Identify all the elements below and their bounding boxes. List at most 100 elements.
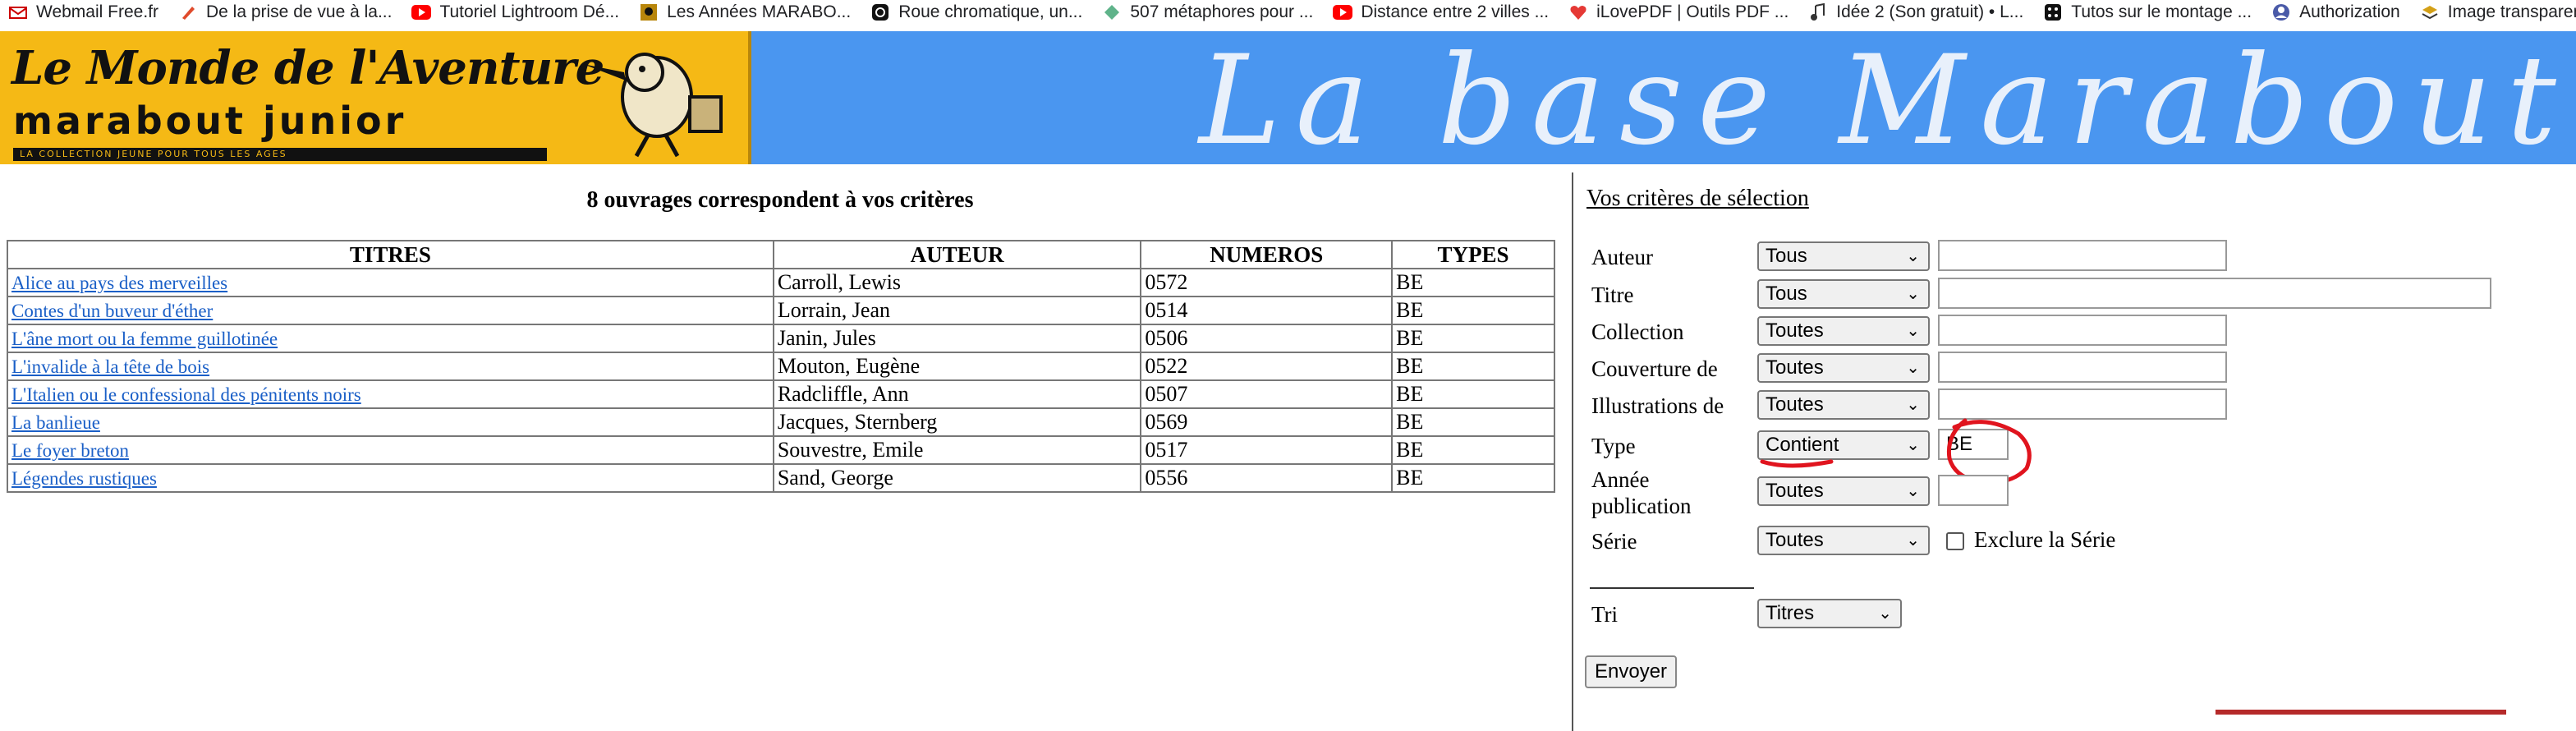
logo-tagline: LA COLLECTION JEUNE POUR TOUS LES AGES (13, 148, 547, 161)
bookmark-label: Distance entre 2 villes ... (1361, 2, 1550, 21)
music-icon (1808, 2, 1828, 22)
number-cell: 0569 (1140, 407, 1394, 437)
column-header-numeros: NUMEROS (1140, 240, 1394, 269)
exclude-serie-checkbox[interactable] (1946, 532, 1964, 550)
user-icon (2271, 2, 2291, 22)
author-cell: Mouton, Eugène (772, 352, 1142, 381)
dice-icon (2043, 2, 2063, 22)
marabout-logo: Le Monde de l'Aventure marabout junior L… (0, 31, 751, 164)
bookmark-item[interactable]: iLovePDF | Outils PDF ... (1560, 2, 1800, 22)
auteur-input[interactable] (1938, 240, 2227, 271)
bookmark-item[interactable]: Tutos sur le montage ... (2035, 2, 2263, 22)
table-row: Alice au pays des merveilles Carroll, Lew… (7, 268, 1555, 297)
label-illustrations: Illustrations de (1591, 393, 1724, 418)
bookmark-item[interactable]: Tutoriel Lightroom Dé... (403, 2, 631, 22)
bookmark-label: Tutoriel Lightroom Dé... (439, 2, 620, 21)
bookmark-label: Roue chromatique, un... (898, 2, 1083, 21)
titre-operator-select[interactable]: Tous ⌄ (1757, 279, 1930, 309)
column-header-titres: TITRES (7, 240, 774, 269)
table-row: Le foyer breton Souvestre, Emile 0517 BE (7, 435, 1555, 465)
tri-select[interactable]: Titres ⌄ (1757, 599, 1902, 628)
tri-value: Titres (1766, 602, 1815, 624)
chevron-down-icon: ⌄ (1906, 482, 1920, 500)
collection-operator-select[interactable]: Toutes ⌄ (1757, 316, 1930, 346)
author-cell: Janin, Jules (772, 324, 1142, 353)
number-cell: 0522 (1140, 352, 1394, 381)
number-cell: 0556 (1140, 463, 1394, 493)
bookmark-item[interactable]: Authorization (2263, 2, 2412, 22)
bookmark-label: De la prise de vue à la... (205, 2, 393, 21)
number-cell: 0572 (1140, 268, 1394, 297)
chevron-down-icon: ⌄ (1906, 359, 1920, 377)
title-cell: L'invalide à la tête de bois (7, 352, 774, 381)
collection-operator-value: Toutes (1766, 320, 1824, 342)
bookmark-item[interactable]: Distance entre 2 villes ... (1325, 2, 1560, 22)
title-cell: L'Italien ou le confessional des péniten… (7, 379, 774, 409)
chevron-down-icon: ⌄ (1878, 605, 1892, 623)
label-serie: Série (1591, 529, 1637, 554)
couverture-input[interactable] (1938, 352, 2227, 383)
title-link[interactable]: Alice au pays des merveilles (11, 273, 227, 293)
label-tri: Tri (1591, 602, 1619, 627)
table-row: L'invalide à la tête de bois Mouton, Eugè… (7, 352, 1555, 381)
annee-operator-select[interactable]: Toutes ⌄ (1757, 476, 1930, 506)
bookmark-item[interactable]: 507 métaphores pour ... (1094, 2, 1325, 22)
bookmark-item[interactable]: Webmail Free.fr (0, 2, 170, 22)
logo-line1: Le Monde de l'Aventure (11, 41, 604, 95)
number-cell: 0517 (1140, 435, 1394, 465)
bookmark-label: Tutos sur le montage ... (2071, 2, 2252, 21)
bookmark-item[interactable]: De la prise de vue à la... (170, 2, 403, 22)
author-cell: Souvestre, Emile (772, 435, 1142, 465)
title-cell: Le foyer breton (7, 435, 774, 465)
free-icon (8, 2, 28, 22)
title-link[interactable]: Le foyer breton (11, 440, 129, 461)
chevron-down-icon: ⌄ (1906, 322, 1920, 340)
type-cell: BE (1391, 296, 1555, 325)
table-row: La banlieue Jacques, Sternberg 0569 BE (7, 407, 1555, 437)
label-annee: Année publication (1591, 467, 1692, 518)
type-cell: BE (1391, 324, 1555, 353)
title-link[interactable]: L'invalide à la tête de bois (11, 356, 209, 377)
annee-input[interactable] (1938, 475, 2009, 506)
type-cell: BE (1391, 407, 1555, 437)
pencil-icon (178, 2, 198, 22)
label-type: Type (1591, 434, 1636, 458)
label-collection: Collection (1591, 320, 1684, 344)
stack-icon (2420, 2, 2440, 22)
title-link[interactable]: Légendes rustiques (11, 468, 157, 489)
leaf-icon (1102, 2, 1122, 22)
table-row: Contes d'un buveur d'éther Lorrain, Jean 0… (7, 296, 1555, 325)
title-link[interactable]: L'âne mort ou la femme guillotinée (11, 329, 278, 349)
title-link[interactable]: L'Italien ou le confessional des péniten… (11, 384, 361, 405)
bookmark-label: Authorization (2299, 2, 2400, 21)
collection-input[interactable] (1938, 315, 2227, 346)
type-cell: BE (1391, 352, 1555, 381)
bookmark-label: Les Années MARABO... (667, 2, 852, 21)
marabout-icon (639, 2, 659, 22)
bookmark-item[interactable]: Les Années MARABO... (631, 2, 862, 22)
couverture-operator-value: Toutes (1766, 356, 1824, 379)
table-row: Légendes rustiques Sand, George 0556 BE (7, 463, 1555, 493)
type-cell: BE (1391, 379, 1555, 409)
bookmark-item[interactable]: Idée 2 (Son gratuit) • L... (1800, 2, 2035, 22)
auteur-operator-select[interactable]: Tous ⌄ (1757, 241, 1930, 271)
red-bar (2216, 710, 2506, 715)
site-banner: Le Monde de l'Aventure marabout junior L… (0, 31, 2576, 164)
author-cell: Sand, George (772, 463, 1142, 493)
title-cell: Légendes rustiques (7, 463, 774, 493)
type-cell: BE (1391, 463, 1555, 493)
heart-icon (1568, 2, 1588, 22)
couverture-operator-select[interactable]: Toutes ⌄ (1757, 353, 1930, 383)
bookmarks-bar: Webmail Free.fr De la prise de vue à la..… (0, 0, 2576, 25)
bookmark-item[interactable]: Image transparente (2412, 2, 2576, 22)
type-cell: BE (1391, 268, 1555, 297)
chevron-down-icon: ⌄ (1906, 285, 1920, 303)
envoyer-button[interactable]: Envoyer (1585, 655, 1678, 688)
bookmark-item[interactable]: Roue chromatique, un... (862, 2, 1094, 22)
serie-operator-select[interactable]: Toutes ⌄ (1757, 526, 1930, 555)
serie-operator-value: Toutes (1766, 529, 1824, 551)
title-link[interactable]: La banlieue (11, 412, 100, 433)
title-link[interactable]: Contes d'un buveur d'éther (11, 301, 213, 321)
titre-input[interactable] (1938, 278, 2491, 309)
chevron-down-icon: ⌄ (1906, 531, 1920, 549)
